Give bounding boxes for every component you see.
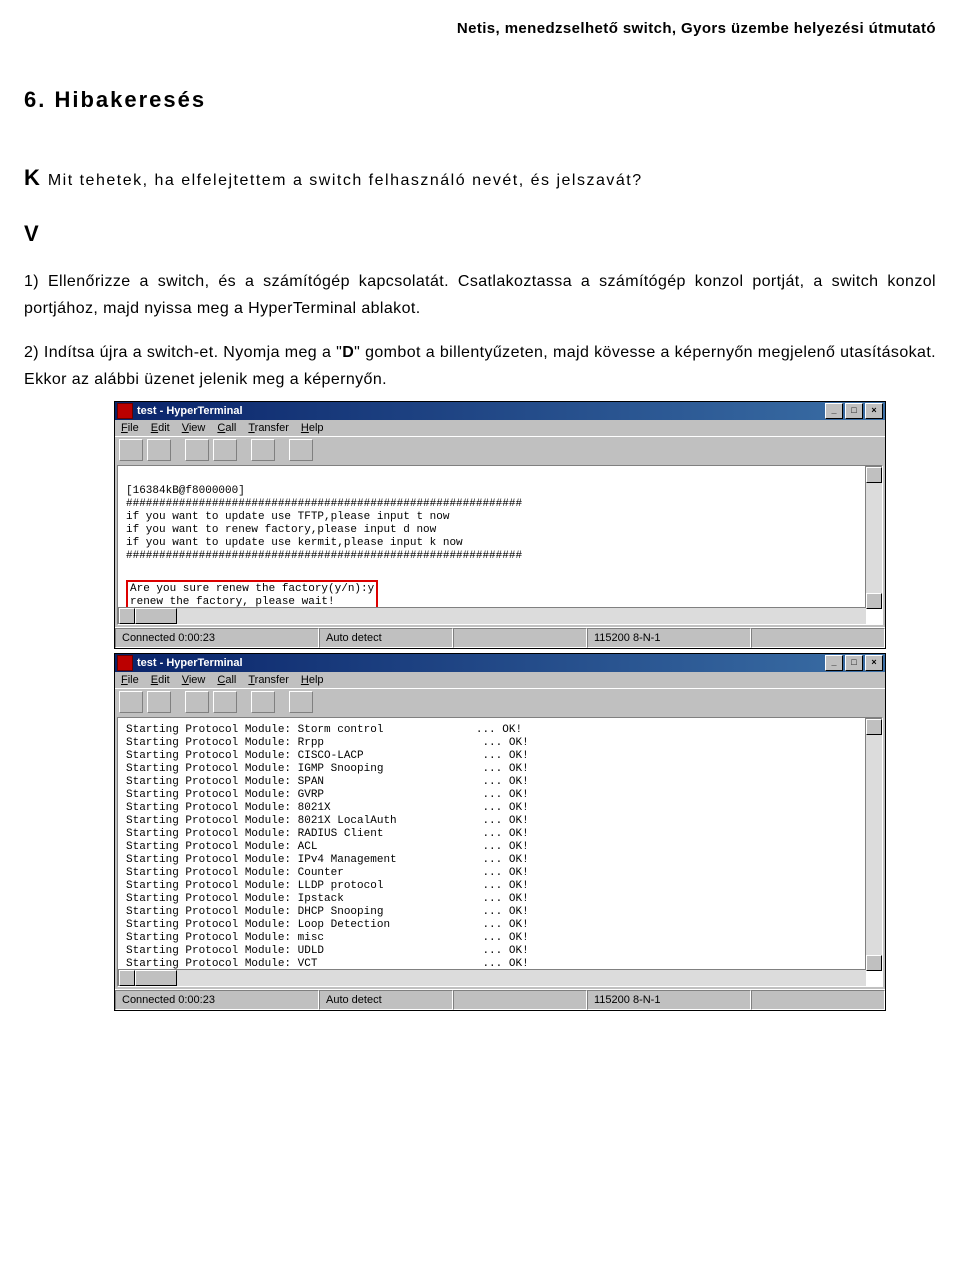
minimize-button[interactable]: _ [825, 655, 843, 671]
toolbar-button[interactable] [185, 439, 209, 461]
toolbar-separator [175, 691, 181, 711]
toolbar-button[interactable] [213, 439, 237, 461]
app-icon [117, 403, 133, 419]
terminal-output: Starting Protocol Module: Storm control … [117, 717, 883, 987]
menu-edit[interactable]: Edit [151, 422, 170, 434]
status-autodetect: Auto detect [319, 628, 453, 648]
menu-file[interactable]: File [121, 674, 139, 686]
close-button[interactable]: × [865, 403, 883, 419]
menu-help[interactable]: Help [301, 674, 324, 686]
toolbar-button[interactable] [147, 691, 171, 713]
menu-transfer[interactable]: Transfer [248, 674, 289, 686]
menu-edit[interactable]: Edit [151, 674, 170, 686]
question-paragraph: K Mit tehetek, ha elfelejtettem a switch… [24, 157, 936, 199]
menubar: File Edit View Call Transfer Help [115, 420, 885, 436]
toolbar [115, 436, 885, 463]
toolbar-button[interactable] [213, 691, 237, 713]
status-empty [453, 628, 587, 648]
window-title: test - HyperTerminal [137, 657, 825, 669]
scroll-right-icon[interactable] [119, 970, 135, 986]
status-bar: Connected 0:00:23 Auto detect 115200 8-N… [115, 627, 885, 648]
toolbar-button[interactable] [147, 439, 171, 461]
toolbar-separator [279, 691, 285, 711]
status-connected: Connected 0:00:23 [115, 628, 319, 648]
toolbar-button[interactable] [119, 691, 143, 713]
status-baud: 115200 8-N-1 [587, 628, 751, 648]
maximize-button[interactable]: □ [845, 403, 863, 419]
minimize-button[interactable]: _ [825, 403, 843, 419]
horizontal-scrollbar[interactable] [118, 969, 866, 986]
vertical-scrollbar[interactable] [865, 718, 882, 971]
status-bar: Connected 0:00:23 Auto detect 115200 8-N… [115, 989, 885, 1010]
scroll-down-icon[interactable] [866, 955, 882, 971]
status-connected: Connected 0:00:23 [115, 990, 319, 1010]
titlebar[interactable]: test - HyperTerminal _ □ × [115, 654, 885, 672]
toolbar-separator [241, 691, 247, 711]
menu-call[interactable]: Call [217, 674, 236, 686]
toolbar-separator [175, 439, 181, 459]
page-header: Netis, menedzselhető switch, Gyors üzemb… [24, 20, 936, 37]
close-button[interactable]: × [865, 655, 883, 671]
question-lead: K [24, 165, 42, 190]
horizontal-scrollbar[interactable] [118, 607, 866, 624]
status-autodetect: Auto detect [319, 990, 453, 1010]
answer-p2: 2) Indítsa újra a switch-et. Nyomja meg … [24, 339, 936, 393]
toolbar [115, 688, 885, 715]
toolbar-button[interactable] [289, 439, 313, 461]
menu-file[interactable]: File [121, 422, 139, 434]
vertical-scrollbar[interactable] [865, 466, 882, 609]
toolbar-separator [279, 439, 285, 459]
status-empty [751, 990, 885, 1010]
terminal-output: [16384kB@f8000000] #####################… [117, 465, 883, 625]
menu-transfer[interactable]: Transfer [248, 422, 289, 434]
menu-call[interactable]: Call [217, 422, 236, 434]
section-title: 6. Hibakeresés [24, 87, 936, 113]
menu-view[interactable]: View [182, 674, 206, 686]
hyperterminal-window-2: test - HyperTerminal _ □ × File Edit Vie… [114, 653, 886, 1011]
scroll-right-icon[interactable] [119, 608, 135, 624]
scroll-thumb[interactable] [135, 970, 177, 986]
question-text: Mit tehetek, ha elfelejtettem a switch f… [42, 172, 643, 189]
scroll-up-icon[interactable] [866, 719, 882, 735]
titlebar[interactable]: test - HyperTerminal _ □ × [115, 402, 885, 420]
menu-view[interactable]: View [182, 422, 206, 434]
scroll-down-icon[interactable] [866, 593, 882, 609]
toolbar-button[interactable] [119, 439, 143, 461]
status-empty [453, 990, 587, 1010]
window-title: test - HyperTerminal [137, 405, 825, 417]
maximize-button[interactable]: □ [845, 655, 863, 671]
answer-lead-line: V [24, 215, 936, 252]
toolbar-button[interactable] [251, 439, 275, 461]
toolbar-separator [241, 439, 247, 459]
toolbar-button[interactable] [185, 691, 209, 713]
scroll-up-icon[interactable] [866, 467, 882, 483]
toolbar-button[interactable] [251, 691, 275, 713]
status-empty [751, 628, 885, 648]
hyperterminal-window-1: test - HyperTerminal _ □ × File Edit Vie… [114, 401, 886, 649]
app-icon [117, 655, 133, 671]
scroll-thumb[interactable] [135, 608, 177, 624]
toolbar-button[interactable] [289, 691, 313, 713]
menubar: File Edit View Call Transfer Help [115, 672, 885, 688]
status-baud: 115200 8-N-1 [587, 990, 751, 1010]
menu-help[interactable]: Help [301, 422, 324, 434]
answer-lead: V [24, 221, 41, 246]
answer-p1: 1) Ellenőrizze a switch, és a számítógép… [24, 268, 936, 322]
